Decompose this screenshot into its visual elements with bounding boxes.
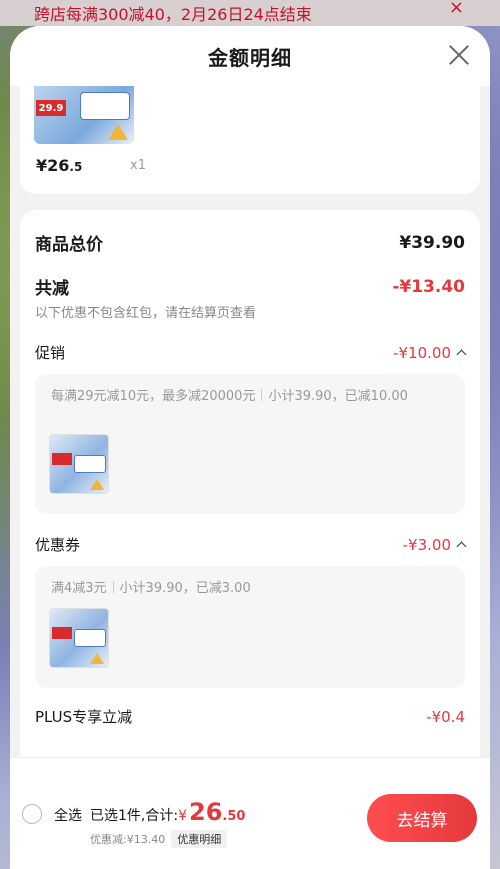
promo-row[interactable]: 促销 -¥10.00: [35, 342, 467, 363]
selected-count-text: 已选1件,合计:: [90, 808, 179, 824]
checkout-bar: 全选 已选1件,合计: ¥ 26 .50 优惠减:¥13.40 优惠明细 去结算: [10, 757, 490, 869]
chevron-up-icon: [456, 541, 467, 552]
promo-value: -¥10.00: [393, 343, 451, 362]
price-tag-graphic: 29.9: [36, 100, 66, 116]
product-card: 29.9 ¥26.5 x1: [20, 86, 480, 194]
badge-triangle-graphic: [108, 124, 128, 140]
discount-amount-text: 优惠减:¥13.40: [90, 833, 166, 846]
total-reduce-value: -¥13.40: [392, 276, 465, 297]
coupon-desc-subtotal: 小计39.90，已减3.00: [119, 581, 251, 596]
select-all-radio[interactable]: [22, 804, 42, 824]
product-box-graphic: [74, 629, 106, 647]
selected-total-line: 已选1件,合计: ¥ 26 .50: [90, 798, 245, 826]
select-all-label[interactable]: 全选: [54, 805, 82, 825]
goods-total-row: 商品总价 ¥39.90: [35, 230, 465, 256]
price-tag-graphic: [52, 627, 72, 639]
price-tag-graphic: [52, 453, 72, 465]
total-reduce-row: 共减 -¥13.40: [35, 274, 465, 300]
amount-detail-sheet: 金额明细 29.9 ¥26.5 x1 商品总价 ¥39.90 共减 -¥13.4…: [10, 26, 490, 869]
banner-close-icon[interactable]: ×: [449, 0, 464, 18]
coupon-toggle[interactable]: -¥3.00: [402, 535, 467, 554]
coupon-desc-rule: 满4减3元: [51, 581, 107, 596]
product-price-main: ¥26: [36, 156, 70, 175]
divider: [112, 581, 114, 593]
product-thumbnail[interactable]: 29.9: [34, 86, 134, 144]
promo-desc: 每满29元减10元，最多减20000元 小计39.90，已减10.00: [51, 388, 449, 406]
coupon-value: -¥3.00: [402, 535, 451, 554]
promo-desc-rule: 每满29元减10元，最多减20000元: [51, 389, 256, 404]
sheet-title: 金额明细: [208, 45, 292, 70]
product-quantity: x1: [130, 158, 146, 173]
badge-triangle-graphic: [90, 653, 104, 664]
coupon-product-thumbnail[interactable]: [49, 608, 109, 668]
plus-value: -¥0.4: [426, 707, 465, 726]
coupon-desc: 满4减3元 小计39.90，已减3.00: [51, 580, 449, 598]
price-summary-card: 商品总价 ¥39.90 共减 -¥13.40 以下优惠不包含红包，请在结算页查看…: [20, 210, 480, 770]
total-reduce-label: 共减: [35, 279, 69, 299]
coupon-row[interactable]: 优惠券 -¥3.00: [35, 534, 467, 555]
coupon-detail-box: 满4减3元 小计39.90，已减3.00: [35, 566, 465, 688]
promo-product-thumbnail[interactable]: [49, 434, 109, 494]
plus-row: PLUS专享立减 -¥0.4: [35, 706, 465, 727]
badge-triangle-graphic: [90, 479, 104, 490]
divider: [261, 389, 263, 401]
close-icon[interactable]: [448, 44, 470, 66]
checkout-button[interactable]: 去结算: [367, 794, 477, 842]
promo-label: 促销: [35, 344, 66, 362]
product-box-graphic: [80, 92, 130, 120]
product-price-decimal: .5: [69, 160, 83, 174]
discount-detail-button[interactable]: 优惠明细: [171, 830, 228, 848]
total-decimal: .50: [222, 809, 246, 824]
promo-banner: 跨店每满300减40，2月26日24点结束 ×: [0, 0, 500, 26]
goods-total-value: ¥39.90: [399, 232, 465, 253]
sheet-header: 金额明细: [10, 26, 490, 86]
total-integer: 26: [189, 798, 223, 826]
product-box-graphic: [74, 455, 106, 473]
product-price: ¥26.5: [36, 156, 82, 175]
promo-detail-box: 每满29元减10元，最多减20000元 小计39.90，已减10.00: [35, 374, 465, 514]
total-currency: ¥: [178, 808, 187, 824]
promo-desc-subtotal: 小计39.90，已减10.00: [268, 389, 408, 404]
coupon-label: 优惠券: [35, 536, 81, 554]
chevron-up-icon: [456, 349, 467, 360]
discount-note-row: 以下优惠不包含红包，请在结算页查看: [35, 302, 465, 321]
promo-banner-text: 跨店每满300减40，2月26日24点结束: [34, 5, 312, 24]
promo-toggle[interactable]: -¥10.00: [393, 343, 467, 362]
discount-note: 以下优惠不包含红包，请在结算页查看: [35, 306, 257, 321]
plus-label: PLUS专享立减: [35, 708, 133, 726]
goods-total-label: 商品总价: [35, 235, 103, 255]
discount-summary-line: 优惠减:¥13.40 优惠明细: [90, 830, 228, 848]
